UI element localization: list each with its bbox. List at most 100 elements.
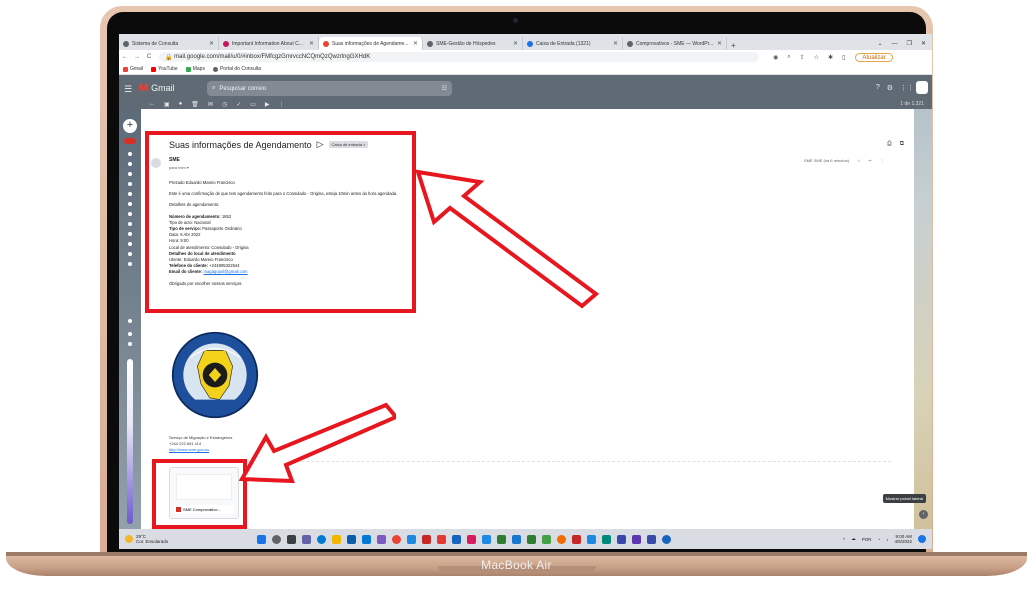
- app-icon[interactable]: [422, 534, 431, 544]
- app-icon[interactable]: [632, 534, 641, 544]
- app-icon[interactable]: [437, 534, 446, 544]
- close-icon[interactable]: ✕: [413, 40, 418, 47]
- puzzle-icon[interactable]: ✱: [828, 54, 833, 61]
- reply-icon[interactable]: ↩: [869, 158, 872, 163]
- share-icon[interactable]: ⇪: [800, 54, 805, 61]
- close-window-icon[interactable]: ✕: [921, 40, 926, 47]
- close-icon[interactable]: ✕: [717, 40, 722, 47]
- tab-suas-informacoes[interactable]: Suas informações de Agendame... ✕: [319, 37, 423, 50]
- new-tab-button[interactable]: +: [727, 41, 740, 50]
- bookmark-youtube[interactable]: YouTube: [151, 66, 178, 72]
- update-button[interactable]: Atualizar: [855, 52, 893, 62]
- chat-icon[interactable]: [128, 332, 132, 336]
- close-icon[interactable]: ✕: [513, 40, 518, 47]
- label-dot-icon[interactable]: [128, 242, 132, 246]
- close-icon[interactable]: ✕: [309, 40, 314, 47]
- app-icon[interactable]: [647, 534, 656, 544]
- help-icon[interactable]: ?: [876, 84, 880, 92]
- store-icon[interactable]: [347, 534, 356, 544]
- print-icon[interactable]: ⎙: [887, 141, 892, 148]
- apps-icon[interactable]: ⋮⋮: [900, 84, 914, 92]
- back-icon[interactable]: ←: [119, 54, 131, 60]
- tab-important-information[interactable]: Important Information About C... ✕: [219, 37, 319, 50]
- location-icon[interactable]: ◉: [773, 54, 778, 61]
- compose-button[interactable]: +: [123, 119, 137, 133]
- search-input[interactable]: ⌕ Pesquisar correio ☷: [207, 81, 452, 96]
- star-icon[interactable]: ☆: [857, 158, 861, 163]
- app-icon[interactable]: [377, 534, 386, 544]
- more-icon[interactable]: ⋮: [880, 158, 884, 163]
- language-indicator[interactable]: POR: [862, 537, 872, 542]
- folder-icon[interactable]: [332, 534, 341, 544]
- start-icon[interactable]: [257, 534, 266, 544]
- app-icon[interactable]: [662, 534, 671, 544]
- gmail-logo[interactable]: M Gmail: [139, 82, 175, 94]
- weather-widget[interactable]: 29°C Cor. Ensolarado: [119, 534, 249, 544]
- archive-icon[interactable]: ▣: [164, 101, 170, 108]
- task-icon[interactable]: ✓: [236, 101, 241, 108]
- minimize-icon[interactable]: —: [892, 41, 898, 47]
- open-new-window-icon[interactable]: ⧉: [900, 141, 904, 148]
- app-icon[interactable]: [557, 534, 566, 544]
- chrome-icon[interactable]: [392, 534, 401, 544]
- drafts-icon[interactable]: [128, 192, 132, 196]
- task-view-icon[interactable]: [287, 534, 296, 544]
- app-icon[interactable]: [497, 534, 506, 544]
- label-dot-icon[interactable]: [128, 252, 132, 256]
- keyboard-icon[interactable]: [128, 342, 132, 346]
- chat-icon[interactable]: [302, 534, 311, 544]
- back-icon[interactable]: ←: [149, 101, 155, 107]
- word-icon[interactable]: [512, 534, 521, 544]
- label-dot-icon[interactable]: [128, 212, 132, 216]
- bookmark-gmail[interactable]: Gmail: [123, 66, 143, 72]
- star-icon[interactable]: ☆: [814, 54, 819, 61]
- tab-caixa-entrada[interactable]: Caixa de Entrada (1321) ✕: [523, 37, 623, 50]
- sent-icon[interactable]: [128, 182, 132, 186]
- app-icon[interactable]: [452, 534, 461, 544]
- volume-icon[interactable]: ♪: [886, 537, 888, 542]
- label-dot-icon[interactable]: [128, 262, 132, 266]
- important-icon[interactable]: [128, 172, 132, 176]
- app-icon[interactable]: [602, 534, 611, 544]
- app-icon[interactable]: [467, 534, 476, 544]
- mark-unread-icon[interactable]: ✉: [208, 101, 213, 108]
- bookmark-maps[interactable]: Maps: [185, 66, 205, 72]
- bookmark-portal[interactable]: Portal do Consulta: [212, 66, 261, 72]
- gear-icon[interactable]: ⚙: [887, 84, 893, 92]
- tab-sme-gestao[interactable]: SME-Gestão de Hóspedes ✕: [423, 37, 523, 50]
- delete-icon[interactable]: 🗑: [191, 101, 199, 108]
- avatar[interactable]: [916, 81, 928, 94]
- close-icon[interactable]: ✕: [209, 40, 214, 47]
- tab-sistema-consulta[interactable]: Sistema de Consulta ✕: [119, 37, 219, 50]
- app-icon[interactable]: [482, 534, 491, 544]
- cloud-icon[interactable]: ☁: [851, 536, 856, 542]
- reload-icon[interactable]: C: [143, 54, 155, 60]
- signature-link[interactable]: http://www.sme.gov.ao: [169, 447, 232, 453]
- clock[interactable]: 9:00 AM 4/5/2022: [894, 534, 912, 545]
- url-field[interactable]: 🔒 mail.google.com/mail/u/0/#inbox/FMfcgz…: [159, 52, 759, 62]
- app-icon[interactable]: [587, 534, 596, 544]
- move-icon[interactable]: ▭: [250, 101, 256, 108]
- maximize-icon[interactable]: ❐: [907, 40, 912, 47]
- app-icon[interactable]: [617, 534, 626, 544]
- close-icon[interactable]: ✕: [613, 40, 618, 47]
- snooze-icon[interactable]: ◷: [222, 101, 227, 108]
- notification-icon[interactable]: [918, 535, 926, 543]
- more-icon[interactable]: ⋮: [279, 101, 285, 108]
- report-icon[interactable]: ●: [179, 101, 183, 107]
- label-icon[interactable]: ▶: [265, 101, 270, 108]
- forward-icon[interactable]: →: [131, 54, 143, 60]
- edge-icon[interactable]: [317, 534, 326, 544]
- app-icon[interactable]: [572, 534, 581, 544]
- zoom-icon[interactable]: ⌕: [787, 54, 790, 61]
- chevron-up-icon[interactable]: ^: [843, 537, 845, 542]
- chevron-down-icon[interactable]: ⌄: [878, 40, 883, 47]
- menu-icon[interactable]: ☰: [124, 84, 132, 95]
- meet-icon[interactable]: [128, 319, 132, 323]
- sidebar-icon[interactable]: ▯: [842, 54, 845, 61]
- app-icon[interactable]: [542, 534, 551, 544]
- tab-comprovativos[interactable]: Comprovativos - SME — WordPr... ✕: [623, 37, 727, 50]
- search-icon[interactable]: [272, 534, 281, 544]
- tune-icon[interactable]: ☷: [442, 85, 447, 92]
- label-dot-icon[interactable]: [128, 202, 132, 206]
